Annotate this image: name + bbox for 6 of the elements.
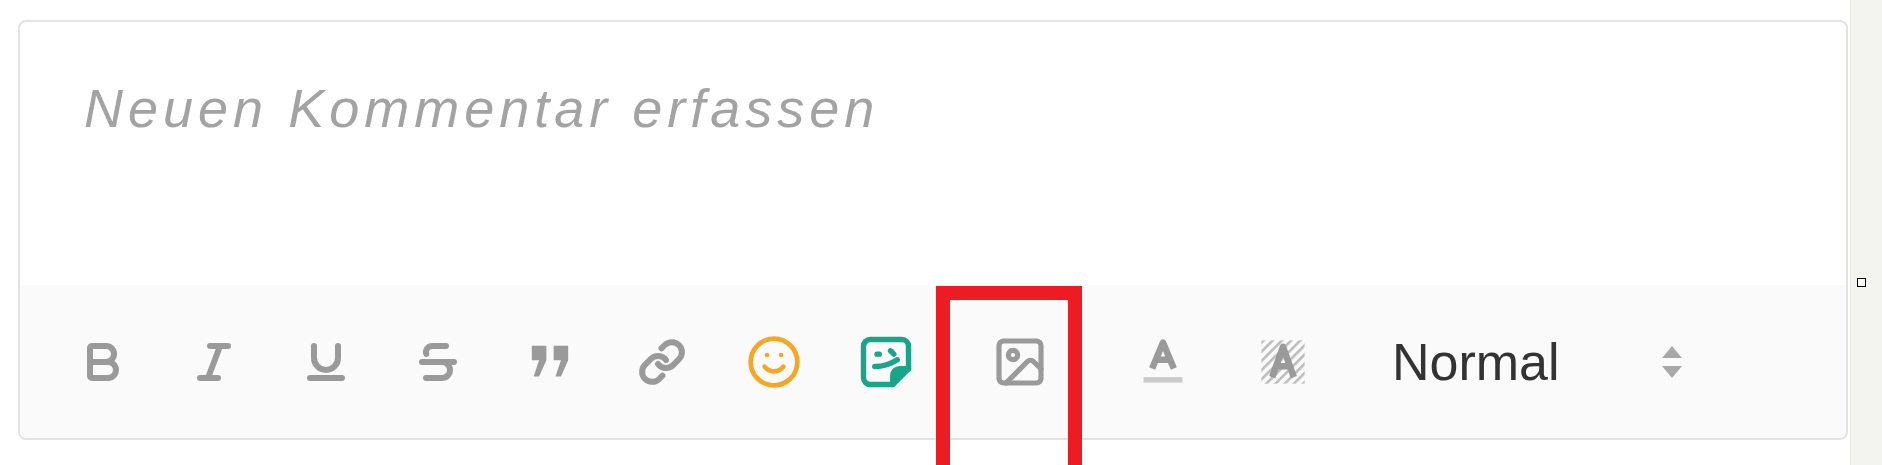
link-icon: [638, 337, 686, 386]
format-select[interactable]: Normal: [1392, 325, 1684, 398]
comment-input[interactable]: Neuen Kommentar erfassen: [84, 70, 1484, 146]
sticker-icon: [859, 334, 913, 389]
smiley-icon: [746, 333, 802, 390]
resize-handle-icon: [1857, 278, 1866, 287]
